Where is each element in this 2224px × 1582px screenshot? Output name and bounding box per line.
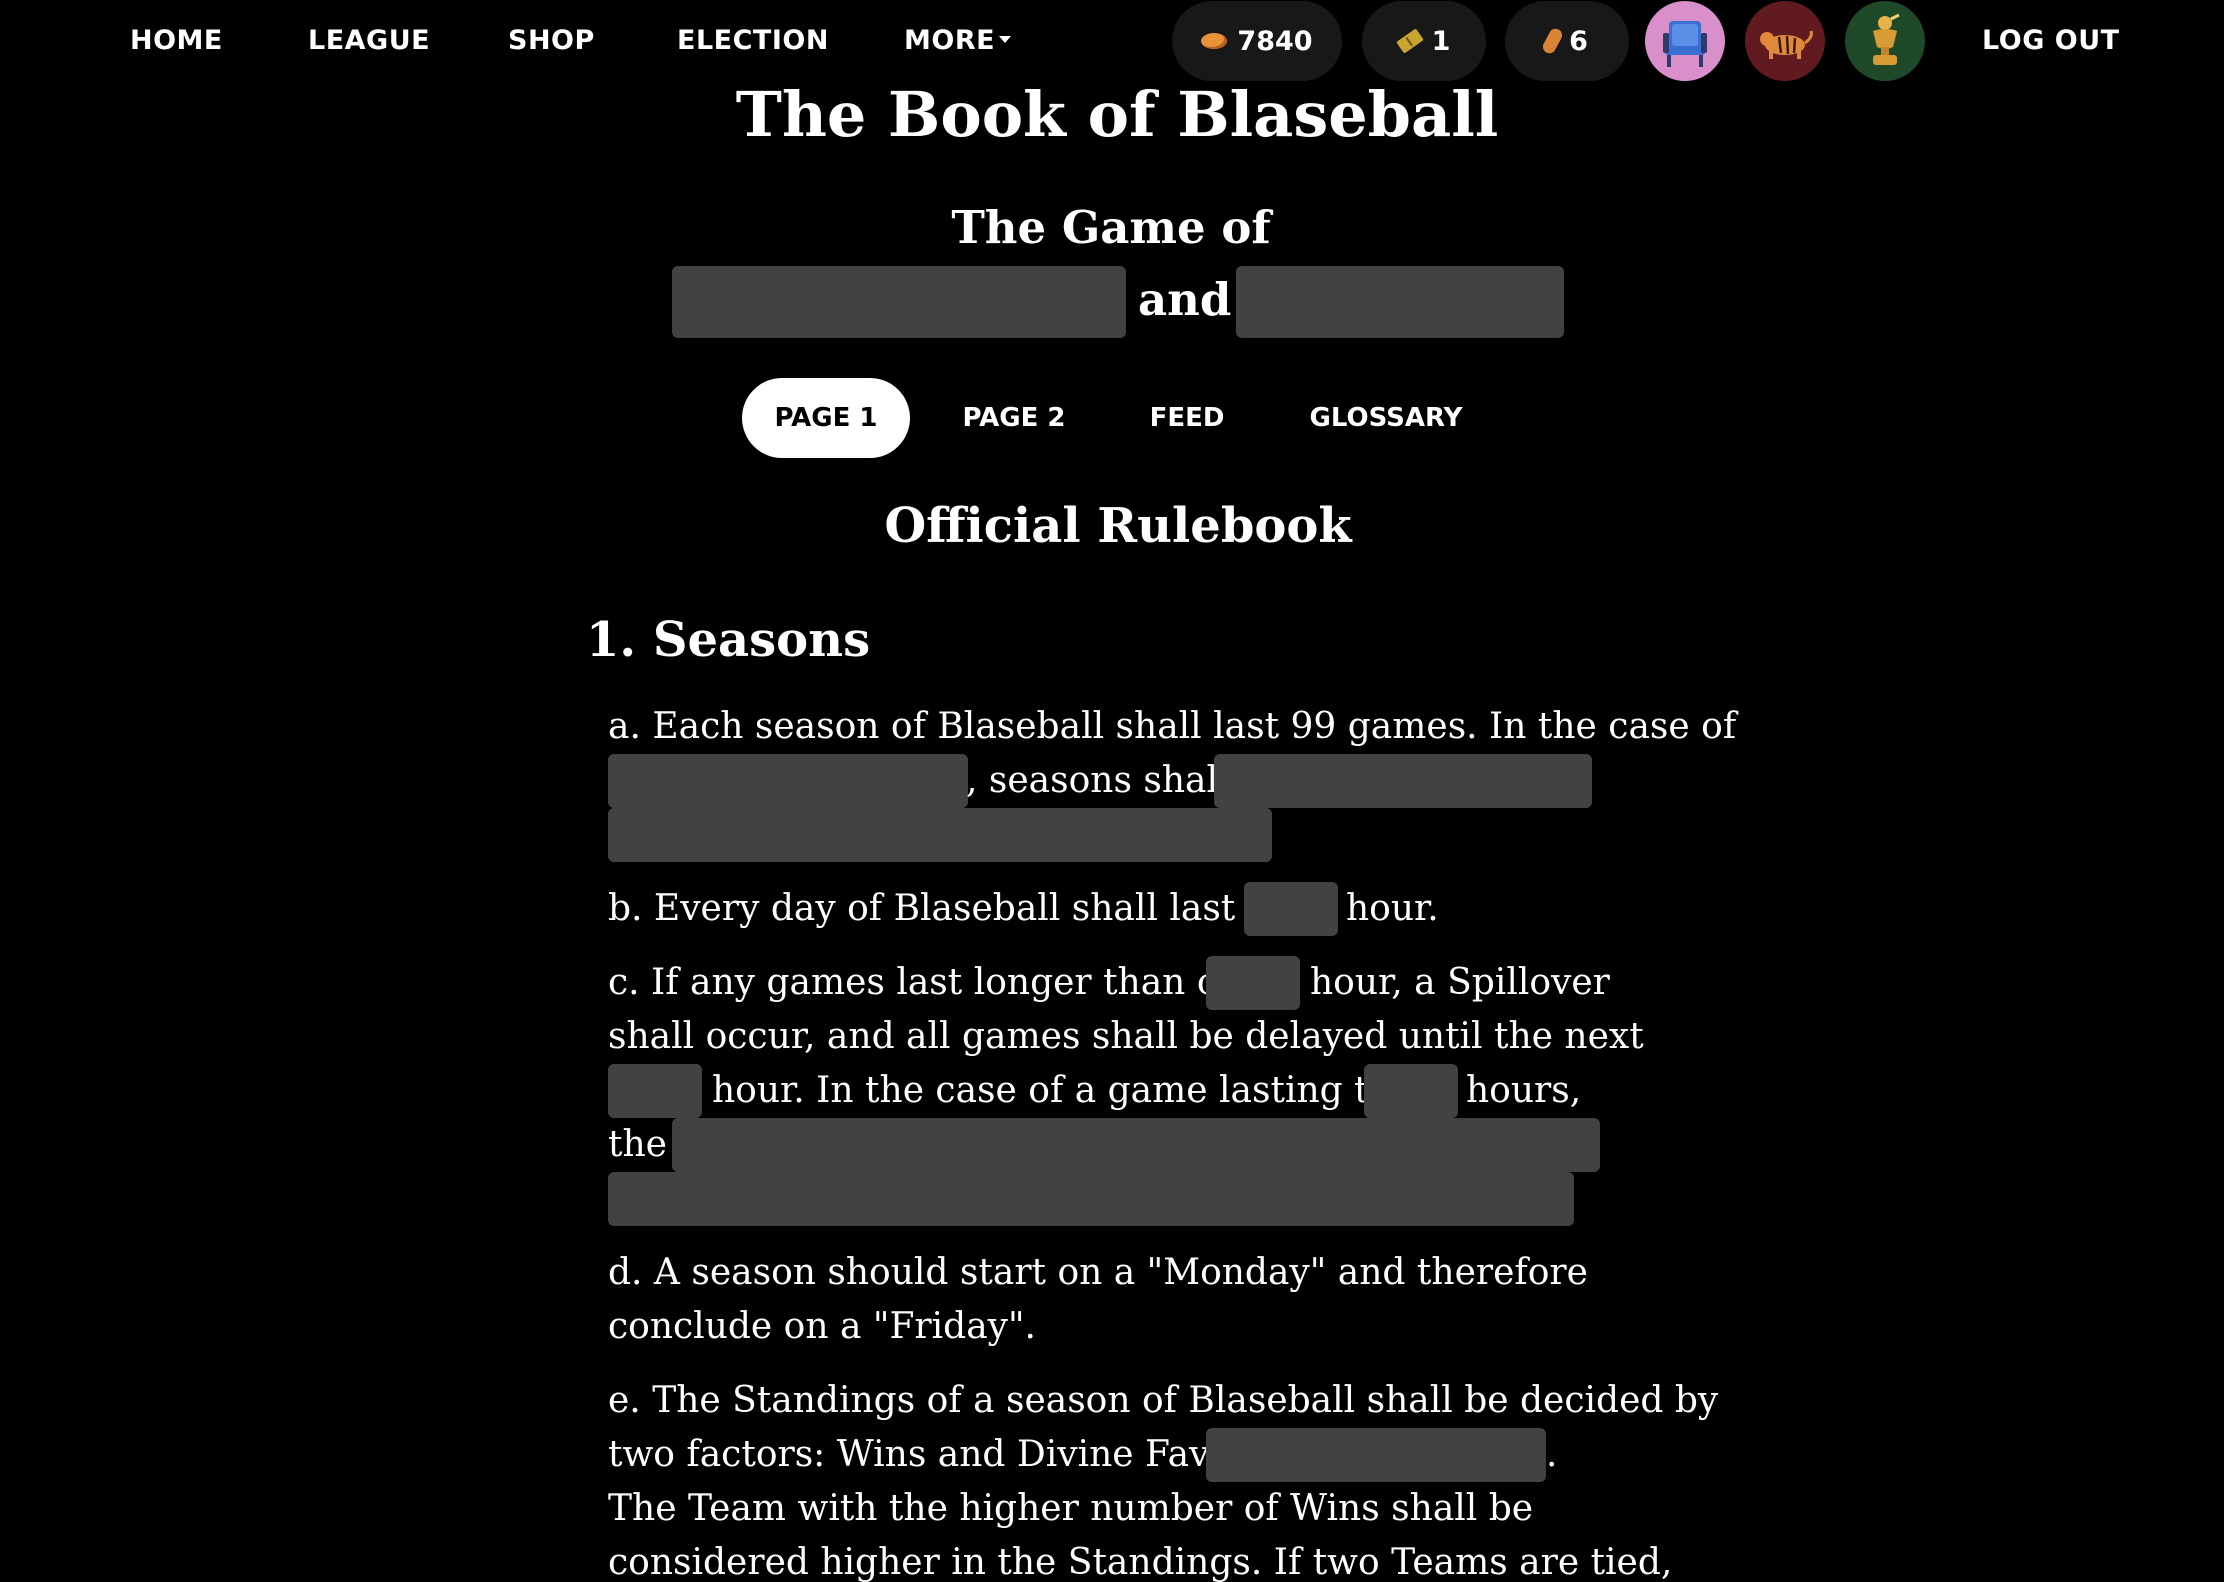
section-title: 1. Seasons	[586, 612, 871, 668]
redacted-block	[1236, 266, 1564, 338]
tiger-icon	[1760, 30, 1813, 59]
rule-text-line: hours,	[1466, 1070, 1582, 1111]
rule-text-line: , seasons shall	[966, 760, 1230, 801]
nav-league-link[interactable]: LEAGUE	[308, 0, 430, 82]
votes-counter[interactable]: 1	[1362, 1, 1486, 81]
rule-text-line: c. If any games last longer than one	[608, 962, 1263, 1003]
nav-election-link[interactable]: ELECTION	[677, 0, 829, 82]
peanut-icon	[1540, 26, 1565, 56]
rule-text-line: d. A season should start on a "Monday" a…	[608, 1252, 1588, 1293]
rule-text-line: considered higher in the Standings. If t…	[608, 1542, 1673, 1582]
rulebook-title: Official Rulebook	[884, 498, 1352, 554]
rule-text-line: a. Each season of Blaseball shall last 9…	[608, 706, 1737, 747]
rule-text-line: shall occur, and all games shall be dela…	[608, 1016, 1644, 1057]
chevron-down-icon	[999, 36, 1012, 43]
coins-counter[interactable]: 7840	[1172, 1, 1342, 81]
coin-icon	[1201, 33, 1228, 49]
coins-value: 7840	[1237, 25, 1313, 57]
rule-text-line: conclude on a "Friday".	[608, 1306, 1036, 1347]
redacted-block	[1206, 956, 1300, 1010]
redacted-block	[1206, 1428, 1546, 1482]
game-and-text: and	[1138, 273, 1232, 326]
game-of-heading: The Game of	[951, 201, 1271, 254]
nav-more-dropdown[interactable]: MORE	[904, 0, 1012, 82]
redacted-block	[672, 266, 1126, 338]
nav-shop-link[interactable]: SHOP	[508, 0, 595, 82]
rule-text-line: two factors: Wins and Divine Favor.	[608, 1434, 1256, 1475]
redacted-block	[1244, 882, 1338, 936]
rule-text-line: the	[608, 1124, 667, 1165]
ticket-icon	[1395, 28, 1424, 54]
rule-text-line: b. Every day of Blaseball shall last one	[608, 888, 1313, 929]
redacted-block	[1214, 754, 1592, 808]
logout-link[interactable]: LOG OUT	[1982, 0, 2120, 82]
trophy-icon	[1873, 13, 1900, 65]
redacted-block	[608, 1064, 702, 1118]
tab-page-2[interactable]: PAGE 2	[950, 378, 1078, 458]
top-nav: HOME LEAGUE SHOP ELECTION MORE 7840 1 6	[0, 0, 2224, 82]
redacted-block	[672, 1118, 1600, 1172]
redacted-block	[1364, 1064, 1458, 1118]
tab-feed[interactable]: FEED	[1146, 378, 1228, 458]
page-title: The Book of Blaseball	[735, 78, 1499, 151]
redacted-block	[608, 1172, 1574, 1226]
tab-page-1[interactable]: PAGE 1	[742, 378, 910, 458]
nav-home-link[interactable]: HOME	[130, 0, 223, 82]
peanuts-counter[interactable]: 6	[1505, 1, 1629, 81]
rule-text-line: .	[1546, 1434, 1558, 1475]
nav-more-label: MORE	[904, 25, 996, 56]
votes-value: 1	[1431, 25, 1451, 57]
rule-text-line: e. The Standings of a season of Blasebal…	[608, 1380, 1719, 1421]
redacted-block	[608, 808, 1272, 862]
peanuts-value: 6	[1569, 25, 1588, 57]
tab-glossary[interactable]: GLOSSARY	[1300, 378, 1472, 458]
rule-text-line: hour, a Spillover	[1310, 962, 1610, 1003]
stadium-seat-icon	[1663, 21, 1707, 67]
rule-text-line: The Team with the higher number of Wins …	[608, 1488, 1534, 1529]
stadium-seat-button[interactable]	[1645, 1, 1725, 81]
tiger-team-button[interactable]	[1745, 1, 1825, 81]
redacted-block	[608, 754, 968, 808]
trophy-team-button[interactable]	[1845, 1, 1925, 81]
rule-text-line: hour. In the case of a game lasting two	[712, 1070, 1422, 1111]
rule-text-line: hour.	[1346, 888, 1439, 929]
